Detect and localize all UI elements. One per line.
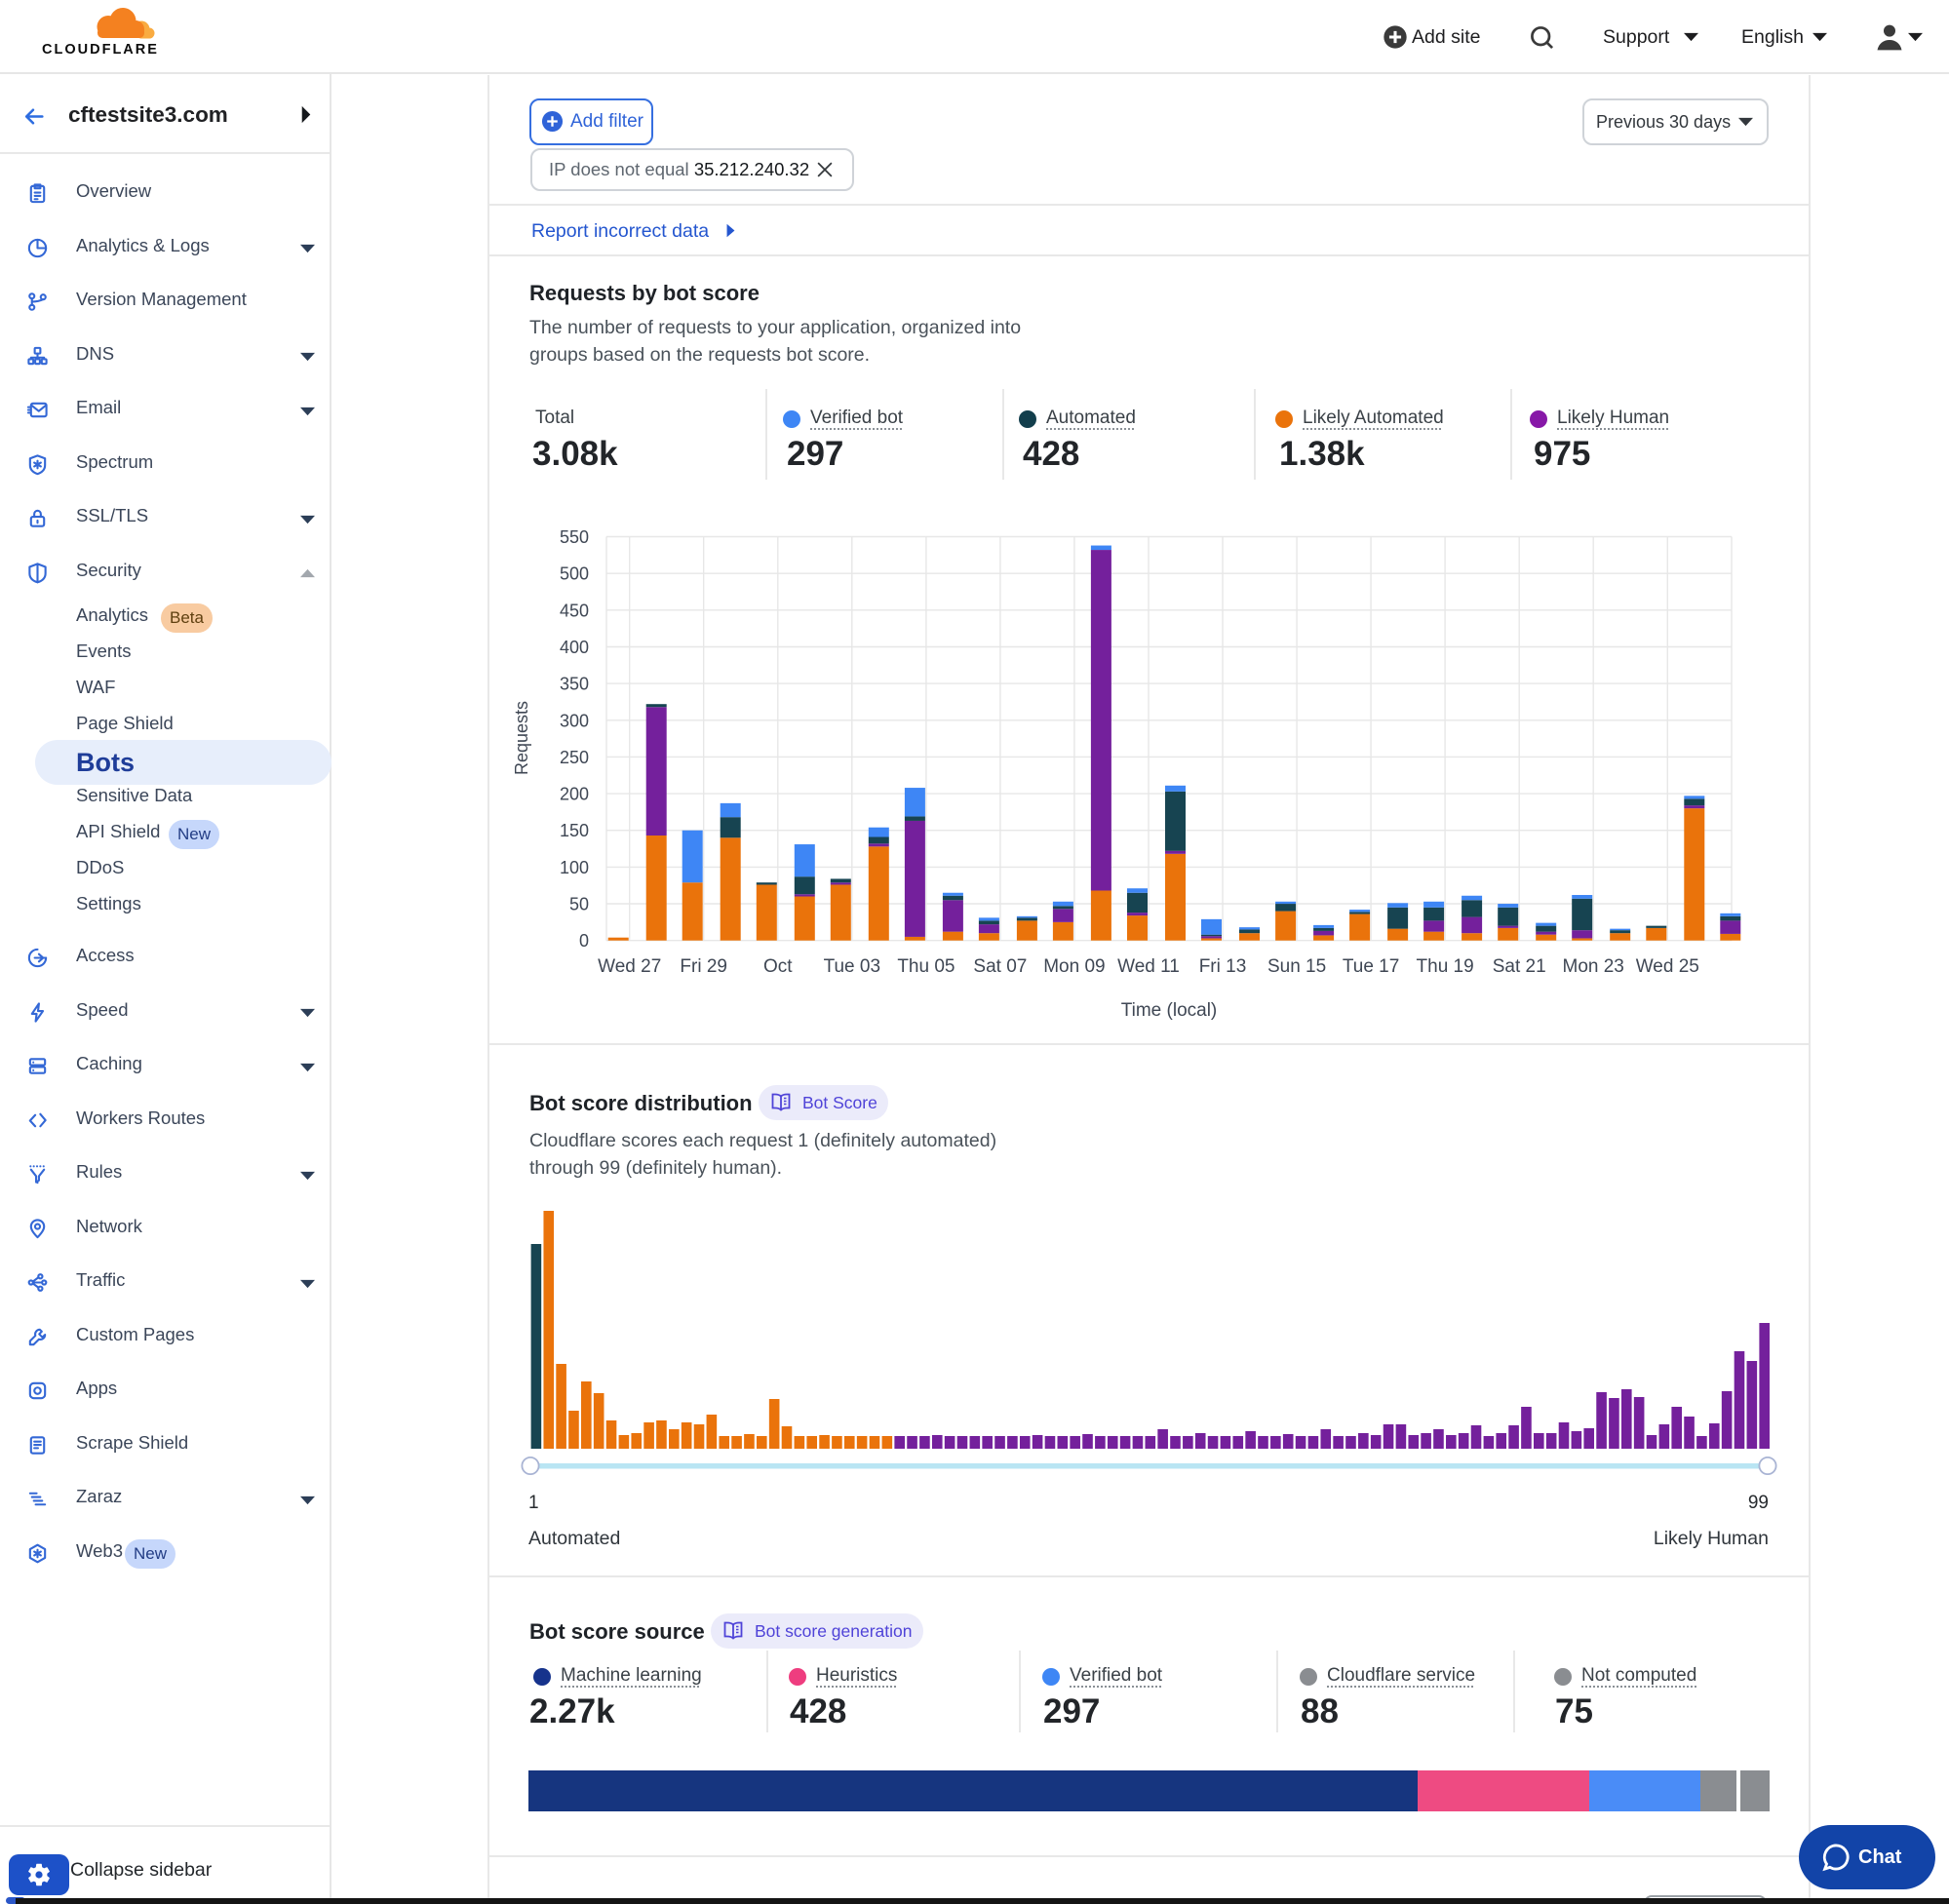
- svg-text:0: 0: [579, 931, 589, 951]
- svg-text:Wed 27: Wed 27: [598, 956, 661, 977]
- svg-text:250: 250: [560, 748, 589, 767]
- svg-text:Oct: Oct: [763, 956, 793, 977]
- svg-text:Tue 03: Tue 03: [824, 956, 880, 977]
- svg-text:Time (local): Time (local): [1121, 1000, 1218, 1021]
- svg-text:Mon 09: Mon 09: [1043, 956, 1105, 977]
- svg-text:Requests: Requests: [512, 701, 531, 775]
- svg-text:150: 150: [560, 821, 589, 840]
- svg-text:Mon 23: Mon 23: [1563, 956, 1624, 977]
- svg-text:Wed 25: Wed 25: [1636, 956, 1699, 977]
- svg-text:200: 200: [560, 785, 589, 804]
- svg-text:Wed 11: Wed 11: [1117, 956, 1180, 977]
- svg-text:350: 350: [560, 675, 589, 694]
- svg-text:Sat 07: Sat 07: [973, 956, 1027, 977]
- svg-text:Thu 19: Thu 19: [1417, 956, 1474, 977]
- svg-text:400: 400: [560, 638, 589, 657]
- svg-text:100: 100: [560, 858, 589, 877]
- svg-text:Fri 13: Fri 13: [1199, 956, 1247, 977]
- svg-text:Sat 21: Sat 21: [1493, 956, 1546, 977]
- svg-text:550: 550: [560, 527, 589, 547]
- svg-text:Thu 05: Thu 05: [897, 956, 955, 977]
- svg-text:Tue 17: Tue 17: [1343, 956, 1399, 977]
- svg-text:500: 500: [560, 564, 589, 584]
- svg-text:450: 450: [560, 601, 589, 620]
- svg-text:300: 300: [560, 711, 589, 730]
- svg-text:Sun 15: Sun 15: [1267, 956, 1326, 977]
- svg-text:50: 50: [569, 895, 589, 914]
- svg-text:Fri 29: Fri 29: [680, 956, 727, 977]
